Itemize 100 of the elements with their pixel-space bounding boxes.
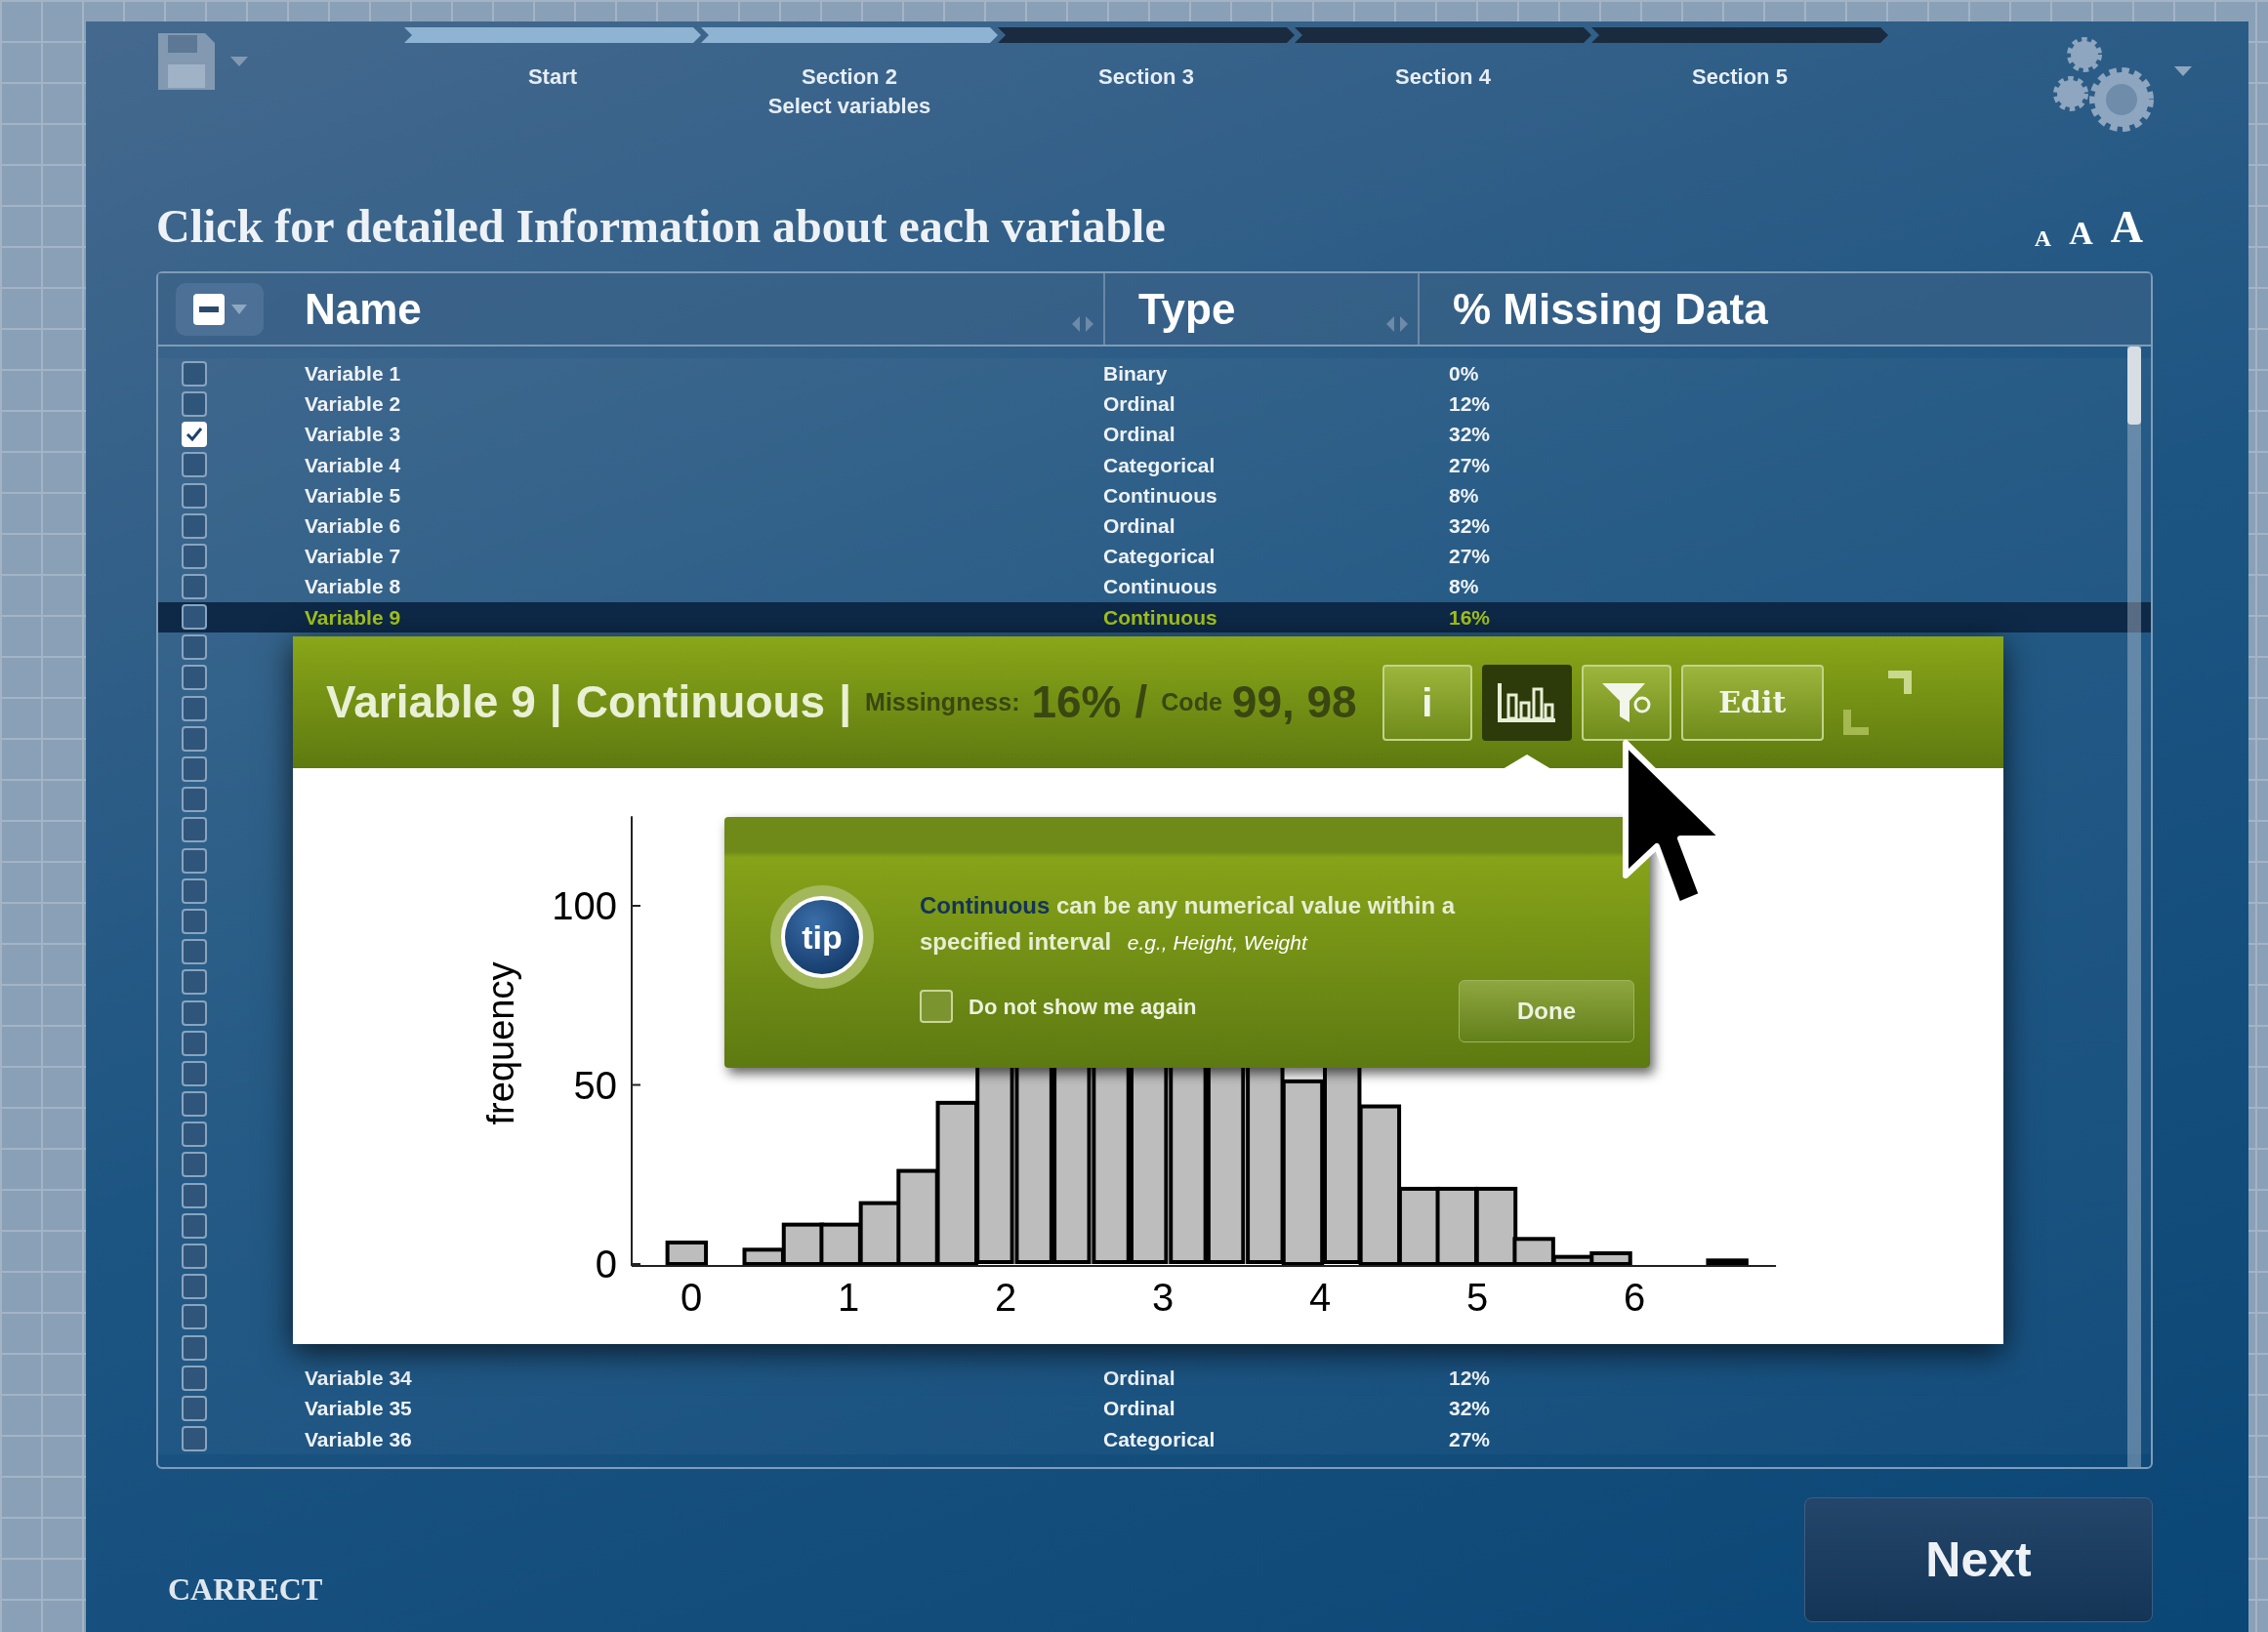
checkbox[interactable] [182, 847, 207, 874]
step-label[interactable]: Section 3 [1098, 62, 1194, 92]
code-label: Code [1161, 686, 1222, 717]
missing-percent: 12% [1449, 1367, 1491, 1390]
step-label[interactable]: Section 2 [802, 62, 897, 92]
checkbox[interactable] [182, 665, 207, 691]
checkbox[interactable] [182, 1091, 207, 1118]
checkbox[interactable] [182, 482, 207, 509]
checkbox[interactable] [182, 877, 207, 904]
missing-percent: 27% [1449, 453, 1491, 476]
variable-name[interactable]: Variable 36 [305, 1427, 412, 1450]
table-row[interactable]: Variable 7 Categorical 27% [158, 541, 2151, 572]
variable-name[interactable]: Variable 3 [305, 423, 401, 446]
variable-name[interactable]: Variable 5 [305, 483, 401, 507]
checkbox[interactable] [182, 512, 207, 539]
checkbox[interactable] [182, 543, 207, 569]
table-row[interactable]: Variable 3 Ordinal 32% [158, 419, 2151, 450]
missing-percent: 32% [1449, 513, 1491, 537]
column-header[interactable]: % Missing Data [1453, 276, 1768, 342]
checkbox[interactable] [182, 1304, 207, 1330]
checkbox[interactable] [182, 969, 207, 996]
checkbox[interactable] [182, 1182, 207, 1208]
variable-type: Categorical [1103, 545, 1216, 568]
variable-name[interactable]: Variable 2 [305, 392, 401, 416]
table-row[interactable]: Variable 2 Ordinal 12% [158, 388, 2151, 420]
checkbox[interactable] [182, 1000, 207, 1026]
next-button[interactable]: Next [1804, 1497, 2153, 1622]
variable-name: Variable 9 [326, 675, 536, 729]
checkbox[interactable] [182, 756, 207, 783]
scrollbar-thumb[interactable] [2127, 347, 2141, 425]
table-row[interactable]: Variable 6 Ordinal 32% [158, 510, 2151, 542]
select-all-dropdown[interactable] [176, 282, 264, 336]
histogram-bar [1589, 1251, 1632, 1266]
x-tick-label: 0 [680, 1276, 703, 1319]
variable-name[interactable]: Variable 8 [305, 575, 401, 598]
checkbox[interactable] [182, 390, 207, 417]
variable-type: Ordinal [1103, 423, 1175, 446]
checkbox[interactable] [182, 1365, 207, 1391]
table-row[interactable]: Variable 1 Binary 0% [158, 358, 2151, 389]
checkbox[interactable] [182, 1122, 207, 1148]
variable-type: Categorical [1103, 1427, 1216, 1450]
checkbox[interactable] [182, 634, 207, 661]
checkbox[interactable] [182, 725, 207, 752]
checkbox[interactable] [182, 1334, 207, 1361]
table-row[interactable]: Variable 36 Categorical 27% [158, 1423, 2151, 1454]
checkbox[interactable] [182, 1274, 207, 1300]
checkbox[interactable] [182, 1152, 207, 1178]
chart-button[interactable] [1481, 664, 1572, 741]
variable-name[interactable]: Variable 4 [305, 453, 401, 476]
checkbox[interactable] [182, 908, 207, 934]
done-button[interactable]: Done [1459, 980, 1634, 1042]
step-label[interactable]: Section 5 [1692, 62, 1788, 92]
x-tick-label: 2 [995, 1276, 1017, 1319]
table-row[interactable]: Variable 4 Categorical 27% [158, 449, 2151, 480]
save-icon[interactable] [156, 31, 217, 92]
y-tick-label: 100 [552, 884, 617, 927]
caret-icon [231, 304, 247, 314]
table-row[interactable]: Variable 5 Continuous 8% [158, 479, 2151, 510]
checkbox[interactable] [182, 1030, 207, 1056]
column-header[interactable]: Name [305, 276, 422, 342]
checkbox[interactable] [182, 939, 207, 965]
variable-name[interactable]: Variable 6 [305, 513, 401, 537]
filter-button[interactable] [1581, 664, 1671, 741]
step-label[interactable]: Section 4 [1395, 62, 1491, 92]
step-label[interactable]: Start [527, 62, 578, 92]
variable-name[interactable]: Variable 1 [305, 362, 401, 385]
table-row[interactable]: Variable 8 Continuous 8% [158, 571, 2151, 602]
variable-name[interactable]: Variable 35 [305, 1397, 412, 1420]
checkbox[interactable] [182, 1426, 207, 1452]
missing-percent: 12% [1449, 392, 1491, 416]
checkbox[interactable] [182, 817, 207, 843]
x-tick-label: 5 [1466, 1276, 1489, 1319]
table-row[interactable]: Variable 34 Ordinal 12% [158, 1363, 2151, 1394]
caret-icon[interactable] [2174, 66, 2192, 76]
checkbox[interactable] [182, 695, 207, 721]
missing-percent: 8% [1449, 575, 1479, 598]
tip-label: tip [802, 917, 843, 958]
table-row[interactable]: Variable 9 Continuous 16% [158, 601, 2151, 632]
column-header[interactable]: Type [1138, 276, 1236, 342]
text-size-button[interactable]: A [2034, 226, 2052, 250]
checkbox[interactable] [182, 1244, 207, 1270]
variable-name[interactable]: Variable 7 [305, 545, 401, 568]
checkbox[interactable] [182, 574, 207, 600]
text-size-button[interactable]: A [2110, 205, 2143, 250]
variable-name[interactable]: Variable 9 [305, 605, 401, 629]
scrollbar[interactable] [2127, 347, 2141, 1467]
text-size-button[interactable]: A [2069, 217, 2093, 250]
caret-icon[interactable] [230, 57, 248, 66]
checkbox[interactable] [182, 452, 207, 478]
checkbox[interactable] [182, 1396, 207, 1422]
checkbox[interactable] [182, 787, 207, 813]
checkbox[interactable] [182, 604, 207, 631]
variable-name[interactable]: Variable 34 [305, 1367, 412, 1390]
checkbox[interactable] [182, 1212, 207, 1239]
checkbox[interactable] [920, 990, 953, 1023]
x-tick-label: 1 [838, 1276, 860, 1319]
checkbox[interactable] [182, 360, 207, 387]
checkbox[interactable] [182, 1060, 207, 1086]
separator: | [549, 675, 562, 729]
table-row[interactable]: Variable 35 Ordinal 32% [158, 1393, 2151, 1424]
